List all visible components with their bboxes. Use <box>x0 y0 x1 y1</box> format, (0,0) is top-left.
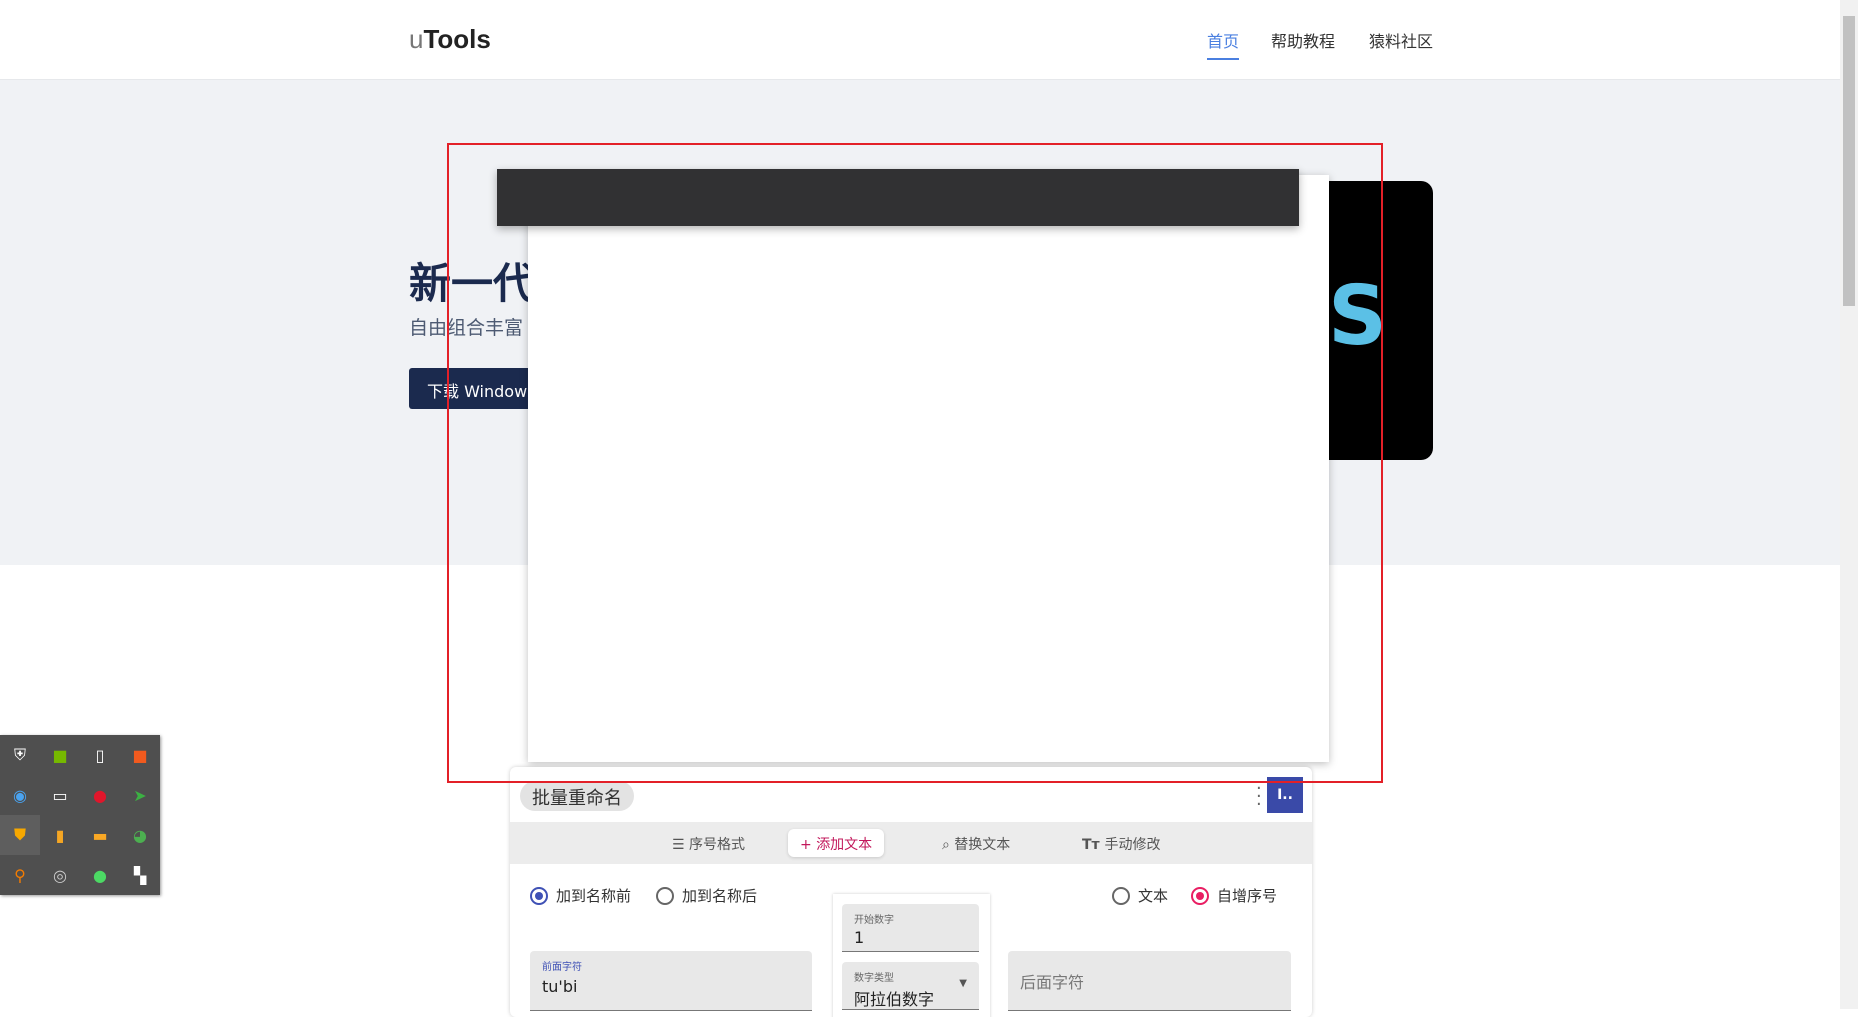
tab-add-text[interactable]: + 添加文本 <box>788 829 885 857</box>
field-label: 数字类型 <box>854 973 894 984</box>
download-manager-icon[interactable]: ◕ <box>120 815 160 855</box>
nvidia-icon[interactable]: ■ <box>40 735 80 775</box>
usb-icon[interactable]: ▮ <box>40 815 80 855</box>
start-number-field[interactable]: 开始数字 1 <box>842 904 979 952</box>
logo-u: u <box>409 24 424 54</box>
radio-circle <box>1191 886 1209 905</box>
hero-subtitle: 自由组合丰富 <box>409 317 524 339</box>
logo[interactable]: uTools <box>409 24 491 55</box>
radio-after-name[interactable]: 加到名称后 <box>656 885 757 906</box>
field-label: 前面字符 <box>542 962 582 973</box>
search-icon[interactable]: ⚲ <box>0 855 40 895</box>
scrollbar-thumb[interactable] <box>1843 16 1855 306</box>
tab-replace-text[interactable]: ⌕ 替换文本 <box>930 829 1022 857</box>
nav-home[interactable]: 首页 <box>1207 28 1240 60</box>
hero-title: 新一代 <box>409 259 536 308</box>
network-icon[interactable]: ▭ <box>40 775 80 815</box>
media-player-icon[interactable]: ■ <box>120 735 160 775</box>
prefix-input[interactable]: 前面字符 tu'bi <box>530 951 812 1011</box>
utility-icon[interactable]: ◎ <box>40 855 80 895</box>
field-value: 阿拉伯数字 <box>854 990 935 1009</box>
radio-circle <box>1112 886 1130 905</box>
field-value: 1 <box>854 928 865 947</box>
system-tray-overflow: ⛨ ■ ▯ ■ ◉ ▭ ● ➤ ⛊ ▮ ▬ ◕ ⚲ ◎ ● ▚ <box>0 735 160 895</box>
list-icon: ☰ <box>672 837 690 853</box>
usb-drive-icon[interactable]: ▯ <box>80 735 120 775</box>
field-label: 开始数字 <box>854 915 894 926</box>
tab-label: 替换文本 <box>954 837 1011 853</box>
baidu-netdisk-icon[interactable]: ◉ <box>0 775 40 815</box>
radio-label: 文本 <box>1138 887 1169 905</box>
field-value: tu'bi <box>542 977 578 996</box>
app-title: 批量重命名 <box>520 781 634 811</box>
bookmark-icon[interactable]: ▚ <box>120 855 160 895</box>
radio-label: 加到名称后 <box>682 887 758 905</box>
cursor-arrow-icon[interactable]: ➤ <box>120 775 160 815</box>
radio-text[interactable]: 文本 <box>1112 885 1168 906</box>
radio-before-name[interactable]: 加到名称前 <box>530 885 631 906</box>
field-placeholder: 后面字符 <box>1020 973 1085 992</box>
tab-manual-edit[interactable]: Tт 手动修改 <box>1070 829 1173 857</box>
netease-music-icon[interactable]: ● <box>80 775 120 815</box>
number-type-select[interactable]: 数字类型阿拉伯数字 ▼ <box>842 962 979 1010</box>
batch-rename-app: 批量重命名 · · · I.. ☰ 序号格式 + 添加文本 ⌕ 替换文本 Tт 手动… <box>510 767 1312 1017</box>
number-settings-card: 开始数字 1 数字类型阿拉伯数字 ▼ <box>833 894 990 1017</box>
radio-label: 自增序号 <box>1217 887 1278 905</box>
site-header: uTools 首页 帮助教程 猿料社区 <box>0 0 1840 80</box>
hero-image-letter: S <box>1328 269 1388 364</box>
more-icon[interactable]: · · · <box>1256 780 1262 814</box>
tab-label: 序号格式 <box>689 837 746 853</box>
plus-icon: + <box>800 837 817 853</box>
security-shield-icon[interactable]: ⛨ <box>0 735 40 775</box>
radio-circle <box>656 886 674 905</box>
nav-help[interactable]: 帮助教程 <box>1271 28 1335 52</box>
search-replace-icon: ⌕ <box>942 837 955 853</box>
tab-bar: ☰ 序号格式 + 添加文本 ⌕ 替换文本 Tт 手动修改 <box>510 822 1312 864</box>
window-app-icon[interactable]: ▬ <box>80 815 120 855</box>
avatar[interactable]: I.. <box>1267 777 1303 813</box>
radio-auto-increment[interactable]: 自增序号 <box>1191 885 1277 906</box>
wechat-icon[interactable]: ● <box>80 855 120 895</box>
logo-text: Tools <box>423 24 491 54</box>
radio-label: 加到名称前 <box>556 887 632 905</box>
overlay-window <box>528 175 1329 762</box>
tab-sequence-format[interactable]: ☰ 序号格式 <box>660 829 757 857</box>
nav-community[interactable]: 猿料社区 <box>1369 28 1433 52</box>
tab-label: 手动修改 <box>1104 837 1161 853</box>
dropdown-arrow-icon: ▼ <box>959 978 967 989</box>
text-icon: Tт <box>1082 837 1105 853</box>
suffix-input[interactable]: 后面字符 <box>1008 951 1291 1011</box>
overlay-titlebar[interactable] <box>497 169 1299 226</box>
radio-circle <box>530 886 548 905</box>
page-scrollbar[interactable] <box>1840 0 1858 1009</box>
tab-label: 添加文本 <box>816 837 873 853</box>
huorong-shield-icon[interactable]: ⛊ <box>0 815 40 855</box>
